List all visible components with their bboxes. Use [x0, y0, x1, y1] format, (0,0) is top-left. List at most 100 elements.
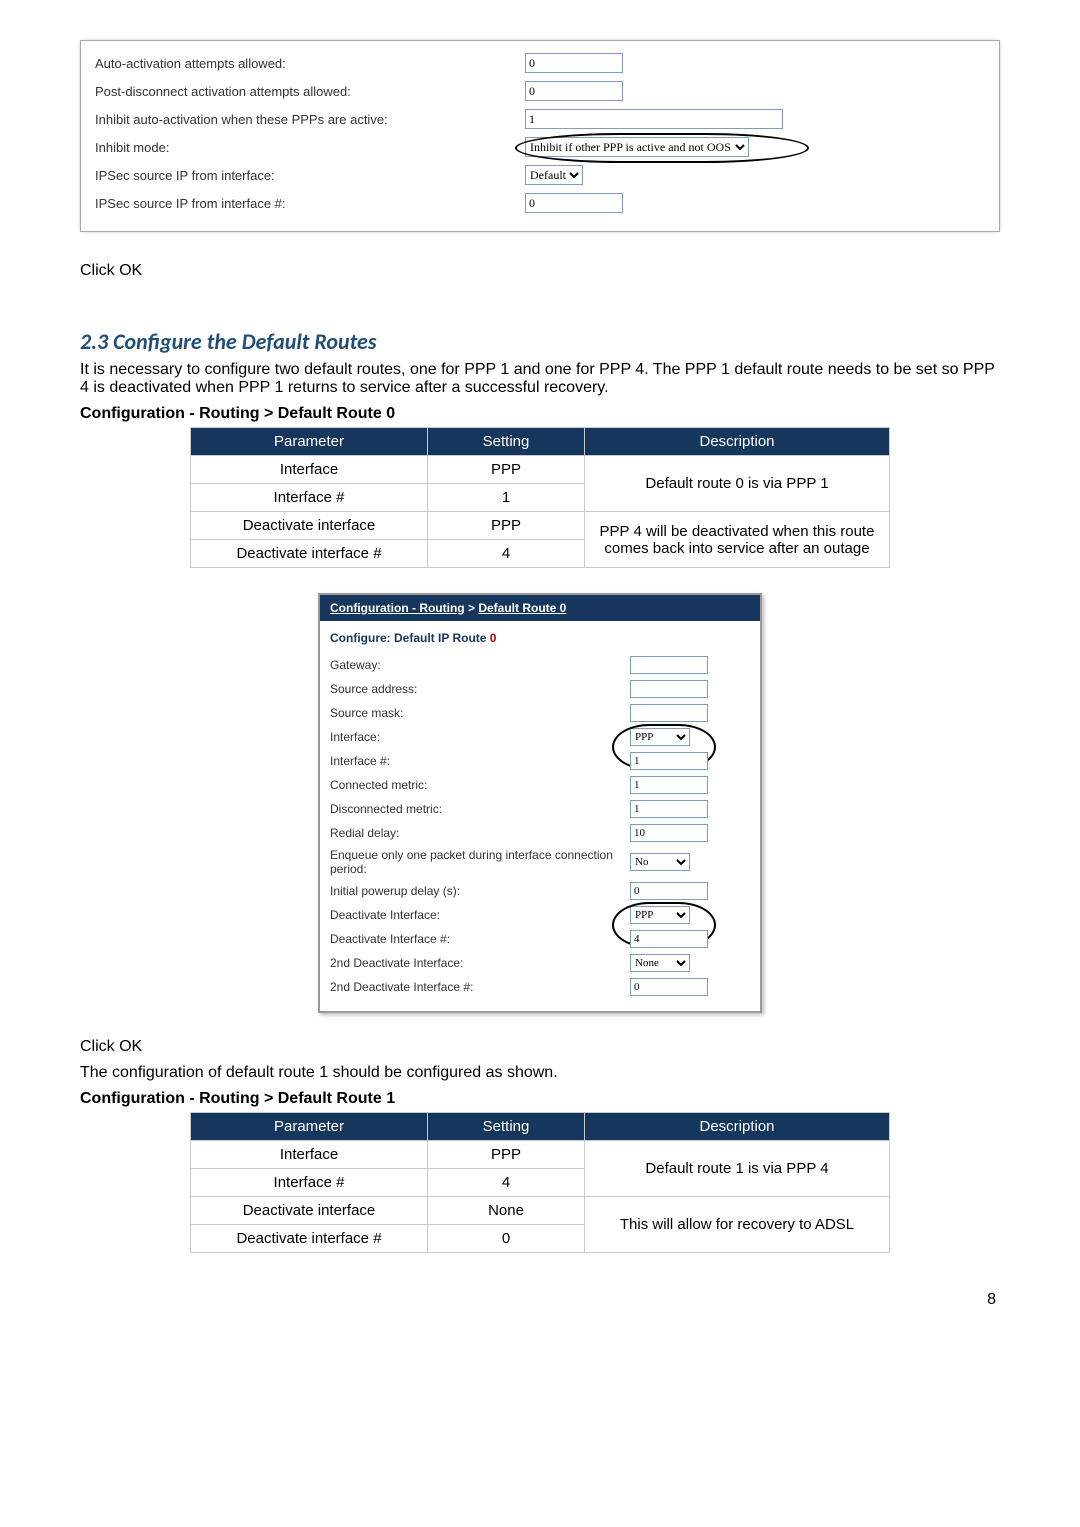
- table-header: Description: [585, 428, 890, 456]
- form-row: Disconnected metric:: [330, 797, 750, 821]
- text-input[interactable]: [630, 930, 708, 948]
- section-intro: It is necessary to configure two default…: [80, 361, 1000, 397]
- form-row: Deactivate Interface #:: [330, 927, 750, 951]
- field-label: Initial powerup delay (s):: [330, 884, 630, 898]
- breadcrumb-sep: >: [465, 601, 479, 615]
- setting-cell: 0: [428, 1225, 585, 1253]
- field-label: Gateway:: [330, 658, 630, 672]
- param-cell: Interface: [191, 456, 428, 484]
- text-input[interactable]: [630, 800, 708, 818]
- field-label: 2nd Deactivate Interface #:: [330, 980, 630, 994]
- field-label: Interface:: [330, 730, 630, 744]
- field-label: Redial delay:: [330, 826, 630, 840]
- text-input[interactable]: [630, 656, 708, 674]
- text-input[interactable]: [630, 704, 708, 722]
- setting-cell: 4: [428, 1169, 585, 1197]
- table-row: Deactivate interfacePPPPPP 4 will be dea…: [191, 512, 890, 540]
- table-header: Description: [585, 1113, 890, 1141]
- field-label: Source address:: [330, 682, 630, 696]
- form-row: Source address:: [330, 677, 750, 701]
- text-input[interactable]: [630, 882, 708, 900]
- text-input[interactable]: [525, 193, 623, 213]
- setting-cell: 4: [428, 540, 585, 568]
- panel-row: IPSec source IP from interface:Default: [95, 161, 985, 189]
- dropdown[interactable]: PPP: [630, 728, 690, 746]
- form-row: 2nd Deactivate Interface #:: [330, 975, 750, 999]
- breadcrumb-link-b[interactable]: Default Route 0: [478, 601, 566, 615]
- description-cell: Default route 0 is via PPP 1: [585, 456, 890, 512]
- form-row: Gateway:: [330, 653, 750, 677]
- config-path-0: Configuration - Routing > Default Route …: [80, 405, 1000, 423]
- form-row: Source mask:: [330, 701, 750, 725]
- section-heading: 2.3 Configure the Default Routes: [80, 328, 1000, 355]
- field-label: Deactivate Interface #:: [330, 932, 630, 946]
- form-row: 2nd Deactivate Interface:None: [330, 951, 750, 975]
- click-ok-2: Click OK: [80, 1038, 1000, 1056]
- breadcrumb-link-a[interactable]: Configuration - Routing: [330, 601, 465, 615]
- form-row: Enqueue only one packet during interface…: [330, 845, 750, 879]
- field-label: IPSec source IP from interface:: [95, 168, 525, 183]
- page-number: 8: [80, 1291, 1000, 1309]
- field-label: Auto-activation attempts allowed:: [95, 56, 525, 71]
- form-row: Interface #:: [330, 749, 750, 773]
- form-row: Initial powerup delay (s):: [330, 879, 750, 903]
- field-label: Connected metric:: [330, 778, 630, 792]
- form-row: Deactivate Interface:PPP: [330, 903, 750, 927]
- setting-cell: PPP: [428, 1141, 585, 1169]
- param-cell: Deactivate interface: [191, 1197, 428, 1225]
- text-input[interactable]: [525, 53, 623, 73]
- form-row: Redial delay:: [330, 821, 750, 845]
- setting-cell: 1: [428, 484, 585, 512]
- param-cell: Interface: [191, 1141, 428, 1169]
- outro-text: The configuration of default route 1 sho…: [80, 1064, 1000, 1082]
- panel-row: Inhibit auto-activation when these PPPs …: [95, 105, 985, 133]
- text-input[interactable]: [630, 824, 708, 842]
- table-header: Setting: [428, 428, 585, 456]
- panel-row: IPSec source IP from interface #:: [95, 189, 985, 217]
- field-label: Inhibit auto-activation when these PPPs …: [95, 112, 525, 127]
- description-cell: PPP 4 will be deactivated when this rout…: [585, 512, 890, 568]
- description-cell: Default route 1 is via PPP 4: [585, 1141, 890, 1197]
- form-row: Interface:PPP: [330, 725, 750, 749]
- field-label: Source mask:: [330, 706, 630, 720]
- text-input[interactable]: [630, 978, 708, 996]
- setting-cell: PPP: [428, 456, 585, 484]
- dropdown[interactable]: None: [630, 954, 690, 972]
- field-label: Enqueue only one packet during interface…: [330, 848, 630, 876]
- setting-cell: None: [428, 1197, 585, 1225]
- text-input[interactable]: [630, 680, 708, 698]
- text-input[interactable]: [630, 752, 708, 770]
- panel-row: Auto-activation attempts allowed:: [95, 49, 985, 77]
- config-subtitle: Configure: Default IP Route 0: [320, 621, 760, 647]
- dropdown[interactable]: Inhibit if other PPP is active and not O…: [525, 137, 749, 157]
- param-cell: Deactivate interface: [191, 512, 428, 540]
- table-row: InterfacePPPDefault route 1 is via PPP 4: [191, 1141, 890, 1169]
- text-input[interactable]: [525, 81, 623, 101]
- param-cell: Deactivate interface #: [191, 1225, 428, 1253]
- subtitle-index: 0: [490, 631, 497, 645]
- table-header: Setting: [428, 1113, 585, 1141]
- text-input[interactable]: [525, 109, 783, 129]
- config-screenshot: Configuration - Routing > Default Route …: [318, 593, 762, 1013]
- click-ok-1: Click OK: [80, 262, 1000, 280]
- setting-cell: PPP: [428, 512, 585, 540]
- param-cell: Interface #: [191, 1169, 428, 1197]
- field-label: 2nd Deactivate Interface:: [330, 956, 630, 970]
- field-label: IPSec source IP from interface #:: [95, 196, 525, 211]
- table-row: Deactivate interfaceNoneThis will allow …: [191, 1197, 890, 1225]
- dropdown[interactable]: Default: [525, 165, 583, 185]
- field-label: Deactivate Interface:: [330, 908, 630, 922]
- dropdown[interactable]: No: [630, 853, 690, 871]
- description-cell: This will allow for recovery to ADSL: [585, 1197, 890, 1253]
- param-cell: Interface #: [191, 484, 428, 512]
- field-label: Interface #:: [330, 754, 630, 768]
- table-header: Parameter: [191, 1113, 428, 1141]
- param-table-0: ParameterSettingDescriptionInterfacePPPD…: [190, 427, 890, 568]
- dropdown[interactable]: PPP: [630, 906, 690, 924]
- subtitle-text: Configure: Default IP Route: [330, 631, 490, 645]
- config-panel-top: Auto-activation attempts allowed: Post-di…: [80, 40, 1000, 232]
- panel-row: Post-disconnect activation attempts allo…: [95, 77, 985, 105]
- config-path-1: Configuration - Routing > Default Route …: [80, 1090, 1000, 1108]
- field-label: Inhibit mode:: [95, 140, 525, 155]
- text-input[interactable]: [630, 776, 708, 794]
